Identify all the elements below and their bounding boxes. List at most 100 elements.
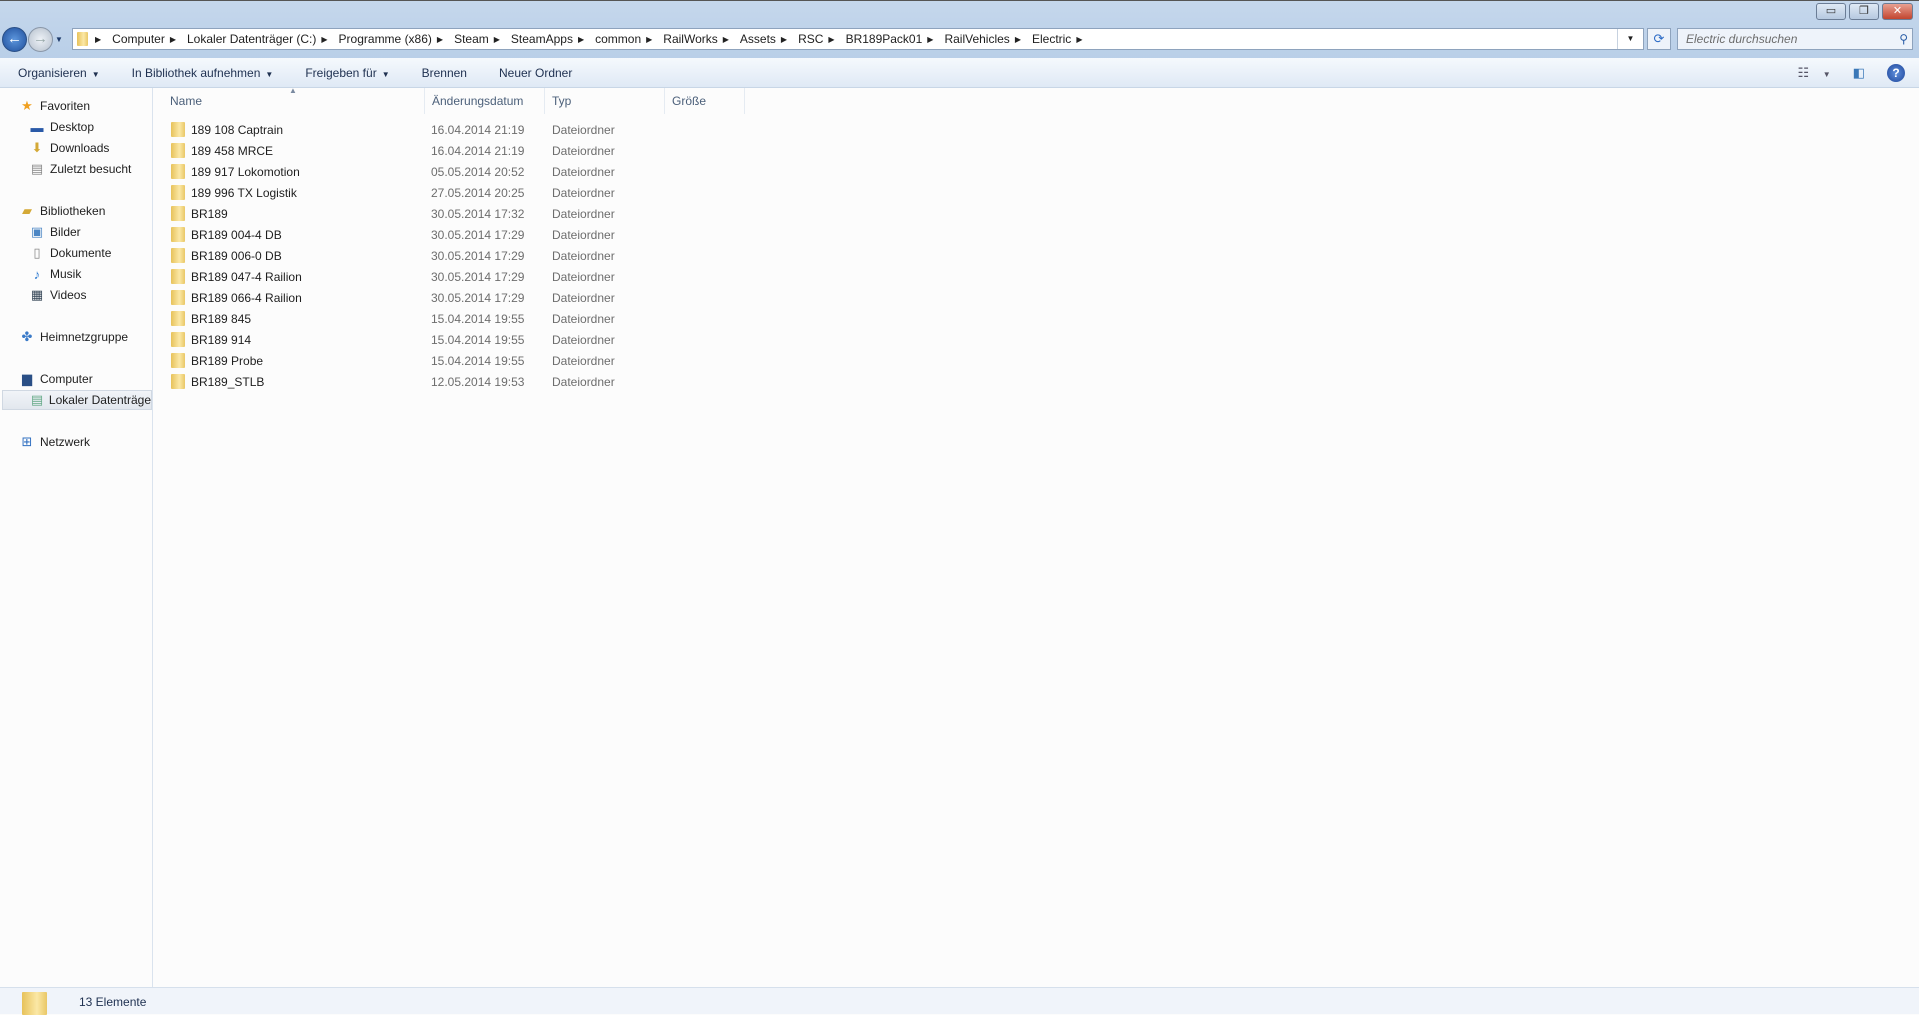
- folder-icon: [171, 185, 185, 200]
- sidebar-item-desktop[interactable]: ▬ Desktop: [29, 117, 95, 137]
- help-icon[interactable]: ?: [1887, 64, 1905, 82]
- breadcrumb-item[interactable]: Computer: [112, 32, 165, 46]
- breadcrumb-item[interactable]: SteamApps: [511, 32, 573, 46]
- breadcrumb-item[interactable]: Assets: [740, 32, 776, 46]
- file-row[interactable]: BR189 Probe 15.04.2014 19:55 Dateiordner: [154, 350, 754, 371]
- file-row[interactable]: BR189 845 15.04.2014 19:55 Dateiordner: [154, 308, 754, 329]
- column-header-date[interactable]: Änderungsdatum: [425, 88, 545, 114]
- file-date: 27.05.2014 20:25: [431, 185, 525, 200]
- file-row[interactable]: 189 458 MRCE 16.04.2014 21:19 Dateiordner: [154, 140, 754, 161]
- breadcrumb-item[interactable]: RailVehicles: [944, 32, 1009, 46]
- sidebar-item-recent[interactable]: ▤ Zuletzt besucht: [29, 159, 132, 179]
- sidebar-item-music[interactable]: ♪ Musik: [29, 264, 82, 284]
- back-button[interactable]: ←: [2, 27, 27, 52]
- videos-icon: ▦: [30, 287, 44, 302]
- chevron-right-icon[interactable]: ▶: [170, 35, 176, 44]
- breadcrumb-item[interactable]: Programme (x86): [339, 32, 432, 46]
- file-row[interactable]: BR189 004-4 DB 30.05.2014 17:29 Dateiordne…: [154, 224, 754, 245]
- file-row[interactable]: BR189_STLB 12.05.2014 19:53 Dateiordner: [154, 371, 754, 392]
- breadcrumb-item[interactable]: common: [595, 32, 641, 46]
- file-name: BR189 066-4 Railion: [191, 290, 302, 305]
- include-in-library-button[interactable]: In Bibliothek aufnehmen ▼: [114, 66, 288, 80]
- share-with-button[interactable]: Freigeben für ▼: [287, 66, 403, 80]
- breadcrumb-item[interactable]: BR189Pack01: [846, 32, 923, 46]
- restore-button[interactable]: ❐: [1849, 3, 1879, 20]
- view-options-icon[interactable]: ☷ ▼: [1798, 65, 1831, 81]
- sidebar-item-videos[interactable]: ▦ Videos: [29, 285, 87, 305]
- file-type: Dateiordner: [552, 269, 615, 284]
- file-row[interactable]: BR189 066-4 Railion 30.05.2014 17:29 Datei…: [154, 287, 754, 308]
- chevron-right-icon[interactable]: ▶: [1076, 35, 1082, 44]
- file-name: BR189 Probe: [191, 353, 264, 368]
- file-date: 05.05.2014 20:52: [431, 164, 525, 179]
- preview-pane-icon[interactable]: ◧: [1853, 65, 1865, 81]
- file-row[interactable]: BR189 006-0 DB 30.05.2014 17:29 Dateiordne…: [154, 245, 754, 266]
- chevron-right-icon[interactable]: ▶: [578, 35, 584, 44]
- minimize-button[interactable]: ▭: [1816, 3, 1846, 20]
- file-date: 15.04.2014 19:55: [431, 311, 525, 326]
- burn-button[interactable]: Brennen: [404, 66, 481, 80]
- file-row[interactable]: BR189 914 15.04.2014 19:55 Dateiordner: [154, 329, 754, 350]
- sidebar-item-homegroup[interactable]: ✤ Heimnetzgruppe: [19, 327, 129, 347]
- file-name: BR189: [191, 206, 228, 221]
- search-icon[interactable]: ⚲: [1899, 29, 1908, 49]
- sidebar-item-pictures[interactable]: ▣ Bilder: [29, 222, 81, 242]
- file-row[interactable]: 189 917 Lokomotion 05.05.2014 20:52 Dateio…: [154, 161, 754, 182]
- chevron-right-icon[interactable]: ▶: [781, 35, 787, 44]
- folder-icon: [171, 227, 185, 242]
- sidebar-item-documents[interactable]: ▯ Dokumente: [29, 243, 111, 263]
- organize-button[interactable]: Organisieren ▼: [0, 66, 114, 80]
- breadcrumb-item[interactable]: Lokaler Datenträger (C:): [187, 32, 316, 46]
- sidebar-item-local-disk[interactable]: ▤ Lokaler Datenträge: [2, 390, 152, 410]
- search-input[interactable]: Electric durchsuchen ⚲: [1677, 28, 1913, 50]
- chevron-right-icon[interactable]: ▶: [927, 35, 933, 44]
- address-bar[interactable]: ▶ Computer ▶ Lokaler Datenträger (C:) ▶ Prog…: [72, 28, 1644, 50]
- new-folder-button[interactable]: Neuer Ordner: [481, 66, 586, 80]
- chevron-right-icon[interactable]: ▶: [321, 35, 327, 44]
- documents-icon: ▯: [33, 245, 41, 260]
- refresh-button[interactable]: ⟳: [1647, 28, 1671, 50]
- file-type: Dateiordner: [552, 122, 615, 137]
- chevron-right-icon[interactable]: ▶: [95, 35, 101, 44]
- folder-icon: [22, 992, 47, 1015]
- breadcrumb-item[interactable]: Steam: [454, 32, 489, 46]
- close-button[interactable]: ✕: [1882, 3, 1913, 20]
- star-icon: ★: [21, 98, 33, 113]
- breadcrumb-item[interactable]: RSC: [798, 32, 823, 46]
- file-type: Dateiordner: [552, 164, 615, 179]
- file-row[interactable]: 189 996 TX Logistik 27.05.2014 20:25 Datei…: [154, 182, 754, 203]
- folder-icon: [171, 164, 185, 179]
- sidebar-item-computer[interactable]: ▆ Computer: [19, 369, 93, 389]
- file-type: Dateiordner: [552, 143, 615, 158]
- sidebar-item-favorites[interactable]: ★ Favoriten: [19, 96, 90, 116]
- file-row[interactable]: BR189 30.05.2014 17:32 Dateiordner: [154, 203, 754, 224]
- breadcrumb-item[interactable]: Electric: [1032, 32, 1071, 46]
- file-name: BR189 845: [191, 311, 252, 326]
- file-row[interactable]: 189 108 Captrain 16.04.2014 21:19 Dateiord…: [154, 119, 754, 140]
- chevron-right-icon[interactable]: ▶: [646, 35, 652, 44]
- column-header-size[interactable]: Größe: [665, 88, 745, 114]
- sidebar-item-network[interactable]: ⊞ Netzwerk: [19, 432, 90, 452]
- file-type: Dateiordner: [552, 206, 615, 221]
- chevron-down-icon: ▼: [265, 69, 274, 79]
- forward-button[interactable]: →: [28, 27, 53, 52]
- breadcrumb-item[interactable]: RailWorks: [663, 32, 717, 46]
- chevron-right-icon[interactable]: ▶: [494, 35, 500, 44]
- chevron-right-icon[interactable]: ▶: [723, 35, 729, 44]
- file-name: BR189 047-4 Railion: [191, 269, 302, 284]
- sidebar-item-libraries[interactable]: ▰ Bibliotheken: [19, 201, 105, 221]
- file-row[interactable]: BR189 047-4 Railion 30.05.2014 17:29 Datei…: [154, 266, 754, 287]
- folder-icon: [171, 122, 185, 137]
- sidebar-item-downloads[interactable]: ⬇ Downloads: [29, 138, 110, 158]
- chevron-right-icon[interactable]: ▶: [828, 35, 834, 44]
- chevron-right-icon[interactable]: ▶: [1015, 35, 1021, 44]
- address-history-dropdown[interactable]: ▼: [1617, 29, 1643, 49]
- network-icon: ⊞: [21, 434, 33, 449]
- folder-icon: [171, 143, 185, 158]
- recent-pages-dropdown[interactable]: ▼: [55, 35, 63, 44]
- column-header-type[interactable]: Typ: [545, 88, 665, 114]
- folder-icon: [77, 32, 88, 46]
- chevron-right-icon[interactable]: ▶: [437, 35, 443, 44]
- column-header-name[interactable]: Name: [163, 88, 425, 114]
- folder-icon: [171, 332, 185, 347]
